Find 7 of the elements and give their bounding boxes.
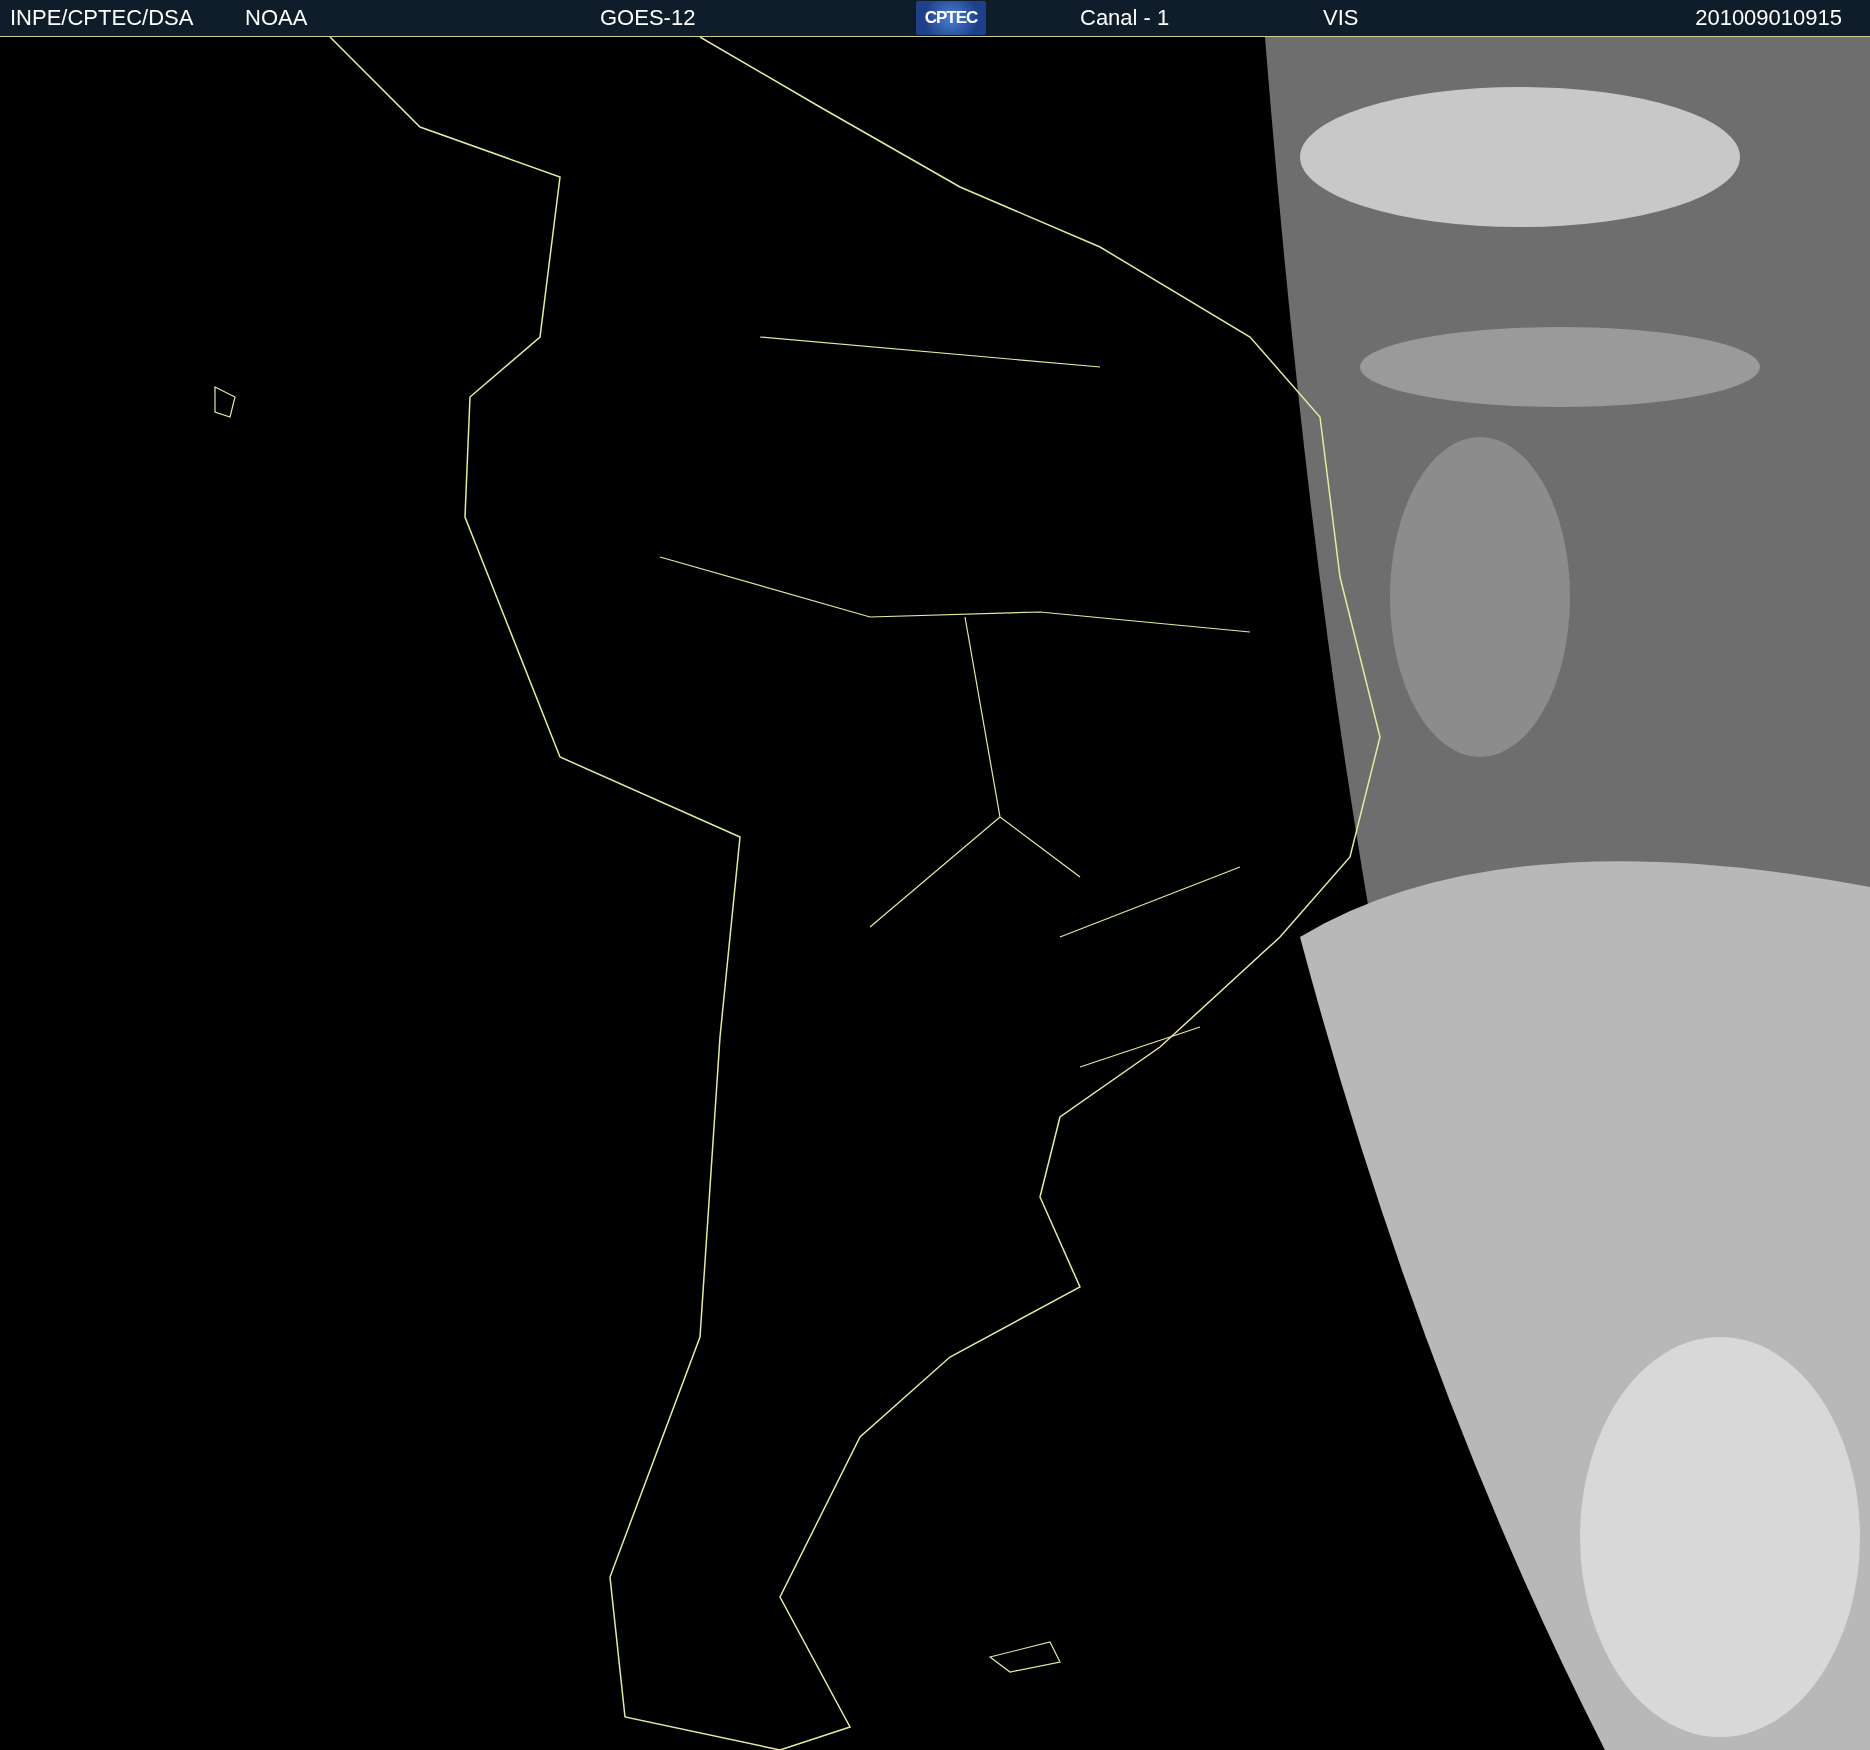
timestamp-label: 201009010915 (1695, 5, 1842, 31)
band-label: VIS (1323, 5, 1359, 31)
agency-label: NOAA (245, 5, 308, 31)
satellite-label: GOES-12 (600, 5, 696, 31)
channel-label: Canal - 1 (1080, 5, 1170, 31)
source-label: INPE/CPTEC/DSA (10, 5, 194, 31)
logo: CPTEC (916, 1, 986, 35)
